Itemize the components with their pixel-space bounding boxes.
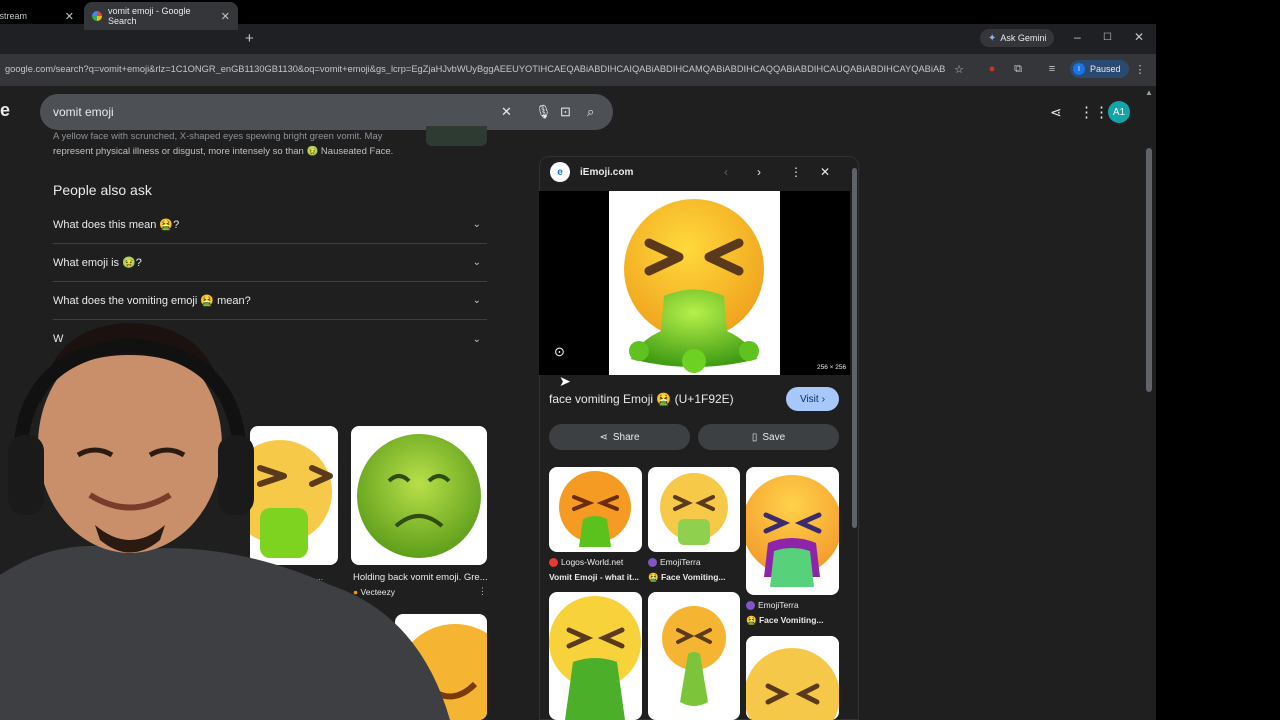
- voice-search-icon[interactable]: 🎙: [535, 104, 552, 120]
- vomit-emoji-icon: [559, 471, 631, 547]
- related-image[interactable]: [746, 636, 839, 720]
- account-avatar[interactable]: A1: [1108, 101, 1130, 123]
- streamer-silhouette-icon: [0, 323, 450, 720]
- scroll-up-arrow-icon[interactable]: ▲: [1145, 88, 1153, 97]
- chevron-down-icon: ⌄: [472, 295, 481, 306]
- visit-button[interactable]: Visit ›: [786, 387, 839, 411]
- vomit-emoji-icon: [662, 606, 726, 706]
- source-favicon-icon: [648, 557, 657, 567]
- lens-search-icon[interactable]: ⊡: [560, 104, 571, 120]
- save-label: Save: [762, 431, 786, 443]
- paa-question-text: What does this mean 🤮?: [53, 219, 180, 231]
- close-window-button[interactable]: ✕: [1134, 30, 1144, 44]
- google-logo[interactable]: e: [0, 100, 10, 121]
- new-tab-button[interactable]: +: [245, 30, 254, 47]
- profile-button[interactable]: I Paused: [1070, 60, 1129, 78]
- share-icon: ⋖: [599, 431, 608, 443]
- source-favicon-icon: [746, 600, 755, 610]
- related-image[interactable]: [549, 592, 642, 720]
- related-image[interactable]: [549, 467, 642, 552]
- mouse-cursor-icon: ➤: [559, 373, 571, 389]
- lens-search-icon[interactable]: ⊙: [554, 344, 565, 360]
- related-image[interactable]: [648, 467, 740, 552]
- source-name: EmojiTerra: [660, 557, 701, 567]
- google-favicon-icon: [92, 11, 102, 21]
- vomit-emoji-icon: [746, 475, 839, 587]
- ask-gemini-label: Ask Gemini: [1000, 33, 1047, 43]
- preview-image[interactable]: [609, 191, 780, 375]
- paa-question-text: What does the vomiting emoji 🤮 mean?: [53, 295, 251, 307]
- save-button[interactable]: ▯ Save: [698, 424, 839, 450]
- image-dimensions: 256 × 256: [817, 364, 847, 371]
- chevron-down-icon: ⌄: [472, 257, 481, 268]
- source-name: EmojiTerra: [758, 600, 799, 610]
- profile-status: Paused: [1090, 64, 1121, 74]
- search-query: vomit emoji: [53, 105, 114, 119]
- site-favicon-icon: e: [550, 162, 570, 182]
- tab-restream[interactable]: Restream ✕: [0, 2, 82, 30]
- search-input[interactable]: vomit emoji: [40, 94, 613, 130]
- related-title[interactable]: Vomit Emoji - what it...: [549, 572, 642, 582]
- face-vomiting-emoji-icon: [624, 199, 764, 373]
- tab-google-search[interactable]: vomit emoji - Google Search ✕: [84, 2, 238, 30]
- related-source: EmojiTerra: [746, 600, 799, 610]
- result-thumbnail[interactable]: [426, 126, 487, 146]
- vomit-emoji-icon: [549, 596, 641, 720]
- visit-label: Visit: [799, 393, 819, 405]
- reading-list-icon[interactable]: ≡: [1045, 62, 1059, 76]
- screen-right-border: [1156, 24, 1280, 720]
- source-favicon-icon: [549, 557, 558, 567]
- tab-title: vomit emoji - Google Search: [107, 6, 191, 26]
- ask-gemini-button[interactable]: ✦ Ask Gemini: [980, 29, 1055, 47]
- tab-title: Restream: [0, 11, 28, 21]
- share-label: Share: [612, 431, 640, 443]
- close-preview-icon[interactable]: ✕: [820, 165, 830, 179]
- more-options-icon[interactable]: ⋮: [790, 165, 802, 179]
- profile-avatar: I: [1073, 63, 1085, 75]
- gemini-spark-icon: ✦: [988, 32, 997, 44]
- more-options-icon[interactable]: ⋮: [478, 586, 487, 597]
- streamer-webcam-overlay: [0, 315, 450, 720]
- result-snippet: A yellow face with scrunched, X-shaped e…: [53, 131, 383, 142]
- related-title[interactable]: 🤮 Face Vomiting...: [746, 615, 839, 626]
- share-icon[interactable]: ⋖: [1050, 104, 1062, 121]
- bookmark-star-icon[interactable]: ☆: [952, 62, 966, 76]
- related-image[interactable]: [648, 592, 740, 720]
- extension-icon[interactable]: ●: [985, 62, 999, 76]
- source-name: Logos-World.net: [561, 557, 624, 567]
- related-source: EmojiTerra: [648, 557, 701, 567]
- related-image[interactable]: [746, 467, 839, 595]
- close-icon[interactable]: ✕: [65, 10, 74, 23]
- previous-image-icon[interactable]: ‹: [724, 165, 728, 179]
- people-also-ask-heading: People also ask: [53, 182, 152, 198]
- panel-scrollbar[interactable]: [852, 168, 857, 528]
- url-field[interactable]: google.com/search?q=vomit+emoji&rlz=1C1O…: [5, 64, 945, 74]
- paa-question-text: What emoji is 🤢?: [53, 257, 142, 269]
- preview-title[interactable]: face vomiting Emoji 🤮 (U+1F92E): [549, 392, 734, 406]
- chevron-right-icon: ›: [821, 393, 826, 405]
- search-icon[interactable]: ⌕: [587, 104, 594, 120]
- close-icon[interactable]: ✕: [221, 10, 230, 23]
- paa-question[interactable]: What emoji is 🤢? ⌄: [53, 244, 487, 282]
- vomit-emoji-icon: [660, 473, 728, 545]
- chevron-down-icon: ⌄: [472, 219, 481, 230]
- maximize-button[interactable]: ☐: [1103, 32, 1112, 43]
- apps-grid-icon[interactable]: ⋮⋮: [1079, 103, 1109, 121]
- preview-site-name[interactable]: iEmoji.com: [580, 167, 633, 178]
- related-source: Logos-World.net: [549, 557, 623, 567]
- page-scrollbar[interactable]: [1146, 148, 1152, 392]
- related-title[interactable]: 🤮 Face Vomiting...: [648, 572, 740, 583]
- browser-menu-icon[interactable]: ⋮: [1133, 62, 1147, 76]
- result-snippet: represent physical illness or disgust, m…: [53, 146, 394, 157]
- minimize-button[interactable]: –: [1074, 30, 1081, 44]
- clear-search-icon[interactable]: ✕: [501, 104, 512, 120]
- vomit-emoji-icon: [746, 648, 839, 720]
- share-button[interactable]: ⋖ Share: [549, 424, 690, 450]
- next-image-icon[interactable]: ›: [757, 165, 761, 179]
- extensions-puzzle-icon[interactable]: ⧉: [1011, 62, 1025, 76]
- paa-question[interactable]: What does this mean 🤮? ⌄: [53, 206, 487, 244]
- bookmark-icon: ▯: [751, 431, 758, 443]
- chevron-down-icon: ⌄: [472, 333, 481, 345]
